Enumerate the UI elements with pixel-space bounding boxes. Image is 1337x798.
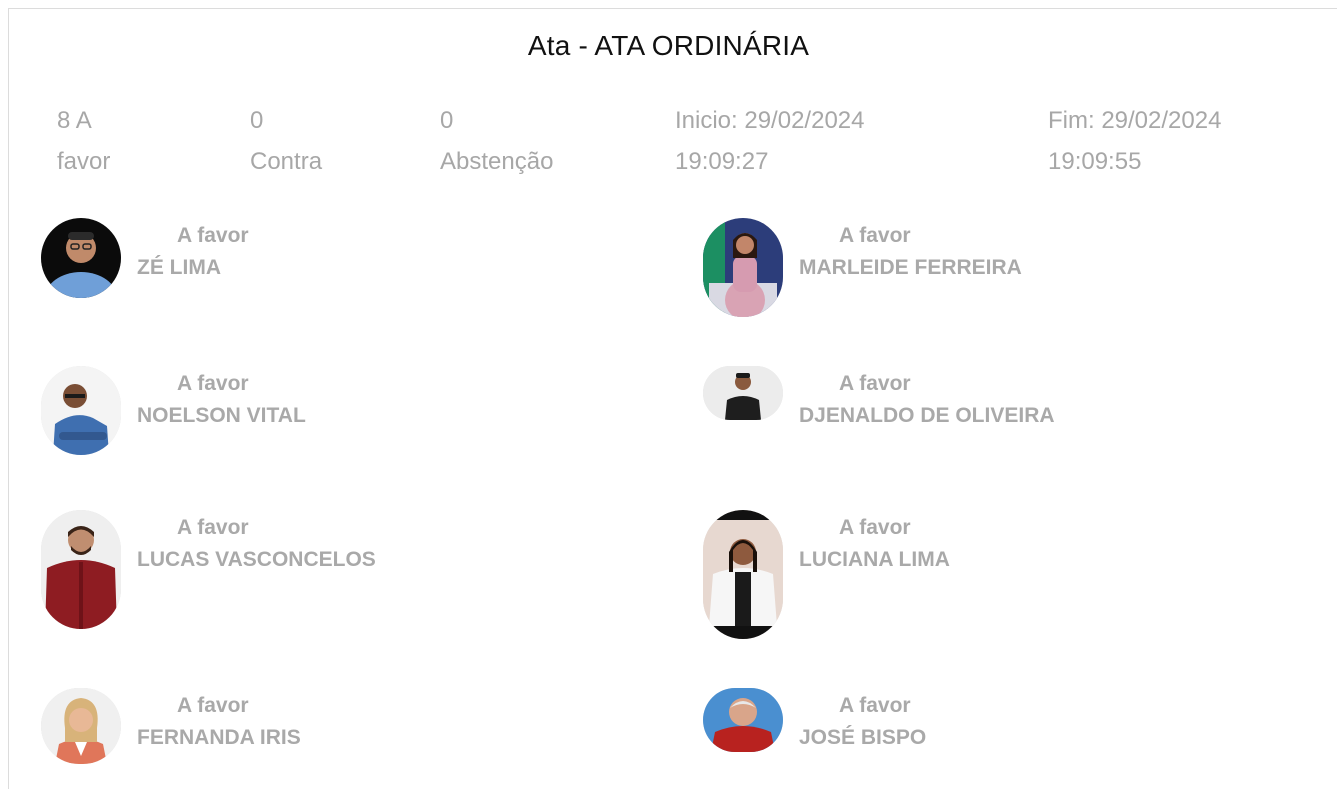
vote-card: A favor MARLEIDE FERREIRA [703, 218, 1263, 328]
stat-abstencao-value: 0 [440, 107, 454, 134]
councilor-name: JOSÉ BISPO [799, 726, 927, 749]
vote-card: A favor FERNANDA IRIS [41, 688, 601, 798]
vote-card: A favor LUCIANA LIMA [703, 510, 1263, 639]
avatar [703, 366, 783, 420]
vote-label: A favor [177, 694, 249, 717]
stat-contra-value: 0 [250, 107, 264, 134]
councilor-name: LUCAS VASCONCELOS [137, 548, 376, 571]
avatar [41, 688, 121, 764]
vote-label: A favor [177, 372, 249, 395]
vote-label: A favor [839, 516, 911, 539]
vote-label: A favor [839, 694, 911, 717]
avatar [41, 218, 121, 298]
vote-label: A favor [177, 516, 249, 539]
vote-label: A favor [839, 224, 911, 247]
councilor-name: MARLEIDE FERREIRA [799, 256, 1022, 279]
vote-card: A favor JOSÉ BISPO [703, 688, 1263, 798]
stat-fim-time: 19:09:55 [1048, 148, 1142, 175]
stat-fim-label: Fim: 29/02/2024 [1048, 107, 1222, 134]
page-title: Ata - ATA ORDINÁRIA [527, 30, 810, 61]
vote-card: A favor NOELSON VITAL [41, 366, 601, 476]
avatar [703, 218, 783, 317]
stat-favor-value: 8 A [57, 107, 92, 134]
stat-contra-label: Contra [250, 148, 323, 175]
vote-label: A favor [839, 372, 911, 395]
stat-contra: 0 Contra [250, 100, 322, 182]
stat-favor-label: favor [57, 148, 111, 175]
stat-inicio-time: 19:09:27 [675, 148, 769, 175]
vote-card: A favor DJENALDO DE OLIVEIRA [703, 366, 1263, 476]
avatar [703, 688, 783, 752]
councilor-name: FERNANDA IRIS [137, 726, 301, 749]
avatar [41, 510, 121, 629]
stat-favor: 8 A favor [57, 100, 110, 182]
stat-abstencao-label: Abstenção [440, 148, 554, 175]
councilor-name: NOELSON VITAL [137, 404, 306, 427]
councilor-name: ZÉ LIMA [137, 256, 221, 279]
avatar [41, 366, 121, 455]
avatar [703, 510, 783, 639]
vote-card: A favor LUCAS VASCONCELOS [41, 510, 601, 629]
stat-fim: Fim: 29/02/2024 19:09:55 [1048, 100, 1221, 182]
stat-inicio: Inicio: 29/02/2024 19:09:27 [675, 100, 864, 182]
councilor-name: DJENALDO DE OLIVEIRA [799, 404, 1055, 427]
vote-label: A favor [177, 224, 249, 247]
stat-inicio-label: Inicio: 29/02/2024 [675, 107, 865, 134]
vote-card: A favor ZÉ LIMA [41, 218, 601, 328]
councilor-name: LUCIANA LIMA [799, 548, 950, 571]
stat-abstencao: 0 Abstenção [440, 100, 553, 182]
